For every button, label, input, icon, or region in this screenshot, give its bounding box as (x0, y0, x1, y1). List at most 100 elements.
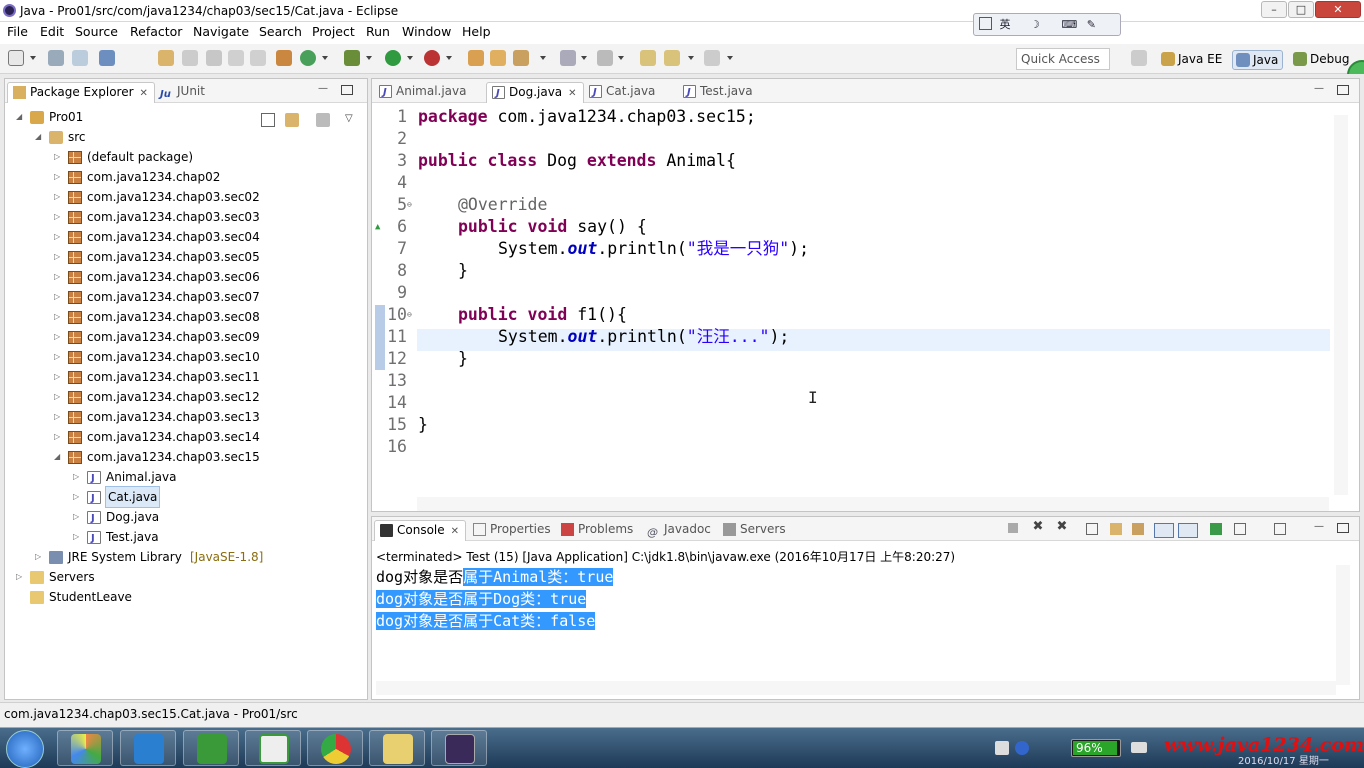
moon-icon[interactable]: ☽ (1030, 18, 1040, 31)
scroll-lock-icon[interactable] (1110, 523, 1122, 535)
tab-servers[interactable]: Servers (718, 520, 792, 541)
chevron-right-icon[interactable]: ▷ (54, 307, 60, 327)
refresh-icon[interactable] (300, 50, 316, 66)
minimize-editor-icon[interactable]: — (1313, 84, 1325, 95)
chevron-down-icon[interactable]: ◢ (35, 127, 41, 147)
menu-run[interactable]: Run (366, 24, 390, 39)
word-wrap-icon[interactable] (1132, 523, 1144, 535)
help-tray-icon[interactable] (1015, 741, 1029, 755)
maximize-editor-icon[interactable] (1337, 85, 1349, 95)
settings-icon[interactable]: ✎ (1087, 18, 1096, 31)
chevron-down-icon[interactable]: ◢ (54, 447, 60, 467)
view-menu-icon[interactable] (316, 113, 330, 127)
fold-icon[interactable]: ⊖ (407, 200, 412, 209)
console-hscrollbar[interactable] (376, 681, 1336, 695)
link-editor-icon[interactable] (285, 113, 299, 127)
last-edit-icon[interactable] (640, 50, 656, 66)
chevron-right-icon[interactable]: ▷ (54, 347, 60, 367)
menu-edit[interactable]: Edit (40, 24, 64, 39)
tab-javadoc[interactable]: @ Javadoc (642, 520, 717, 541)
block-icon[interactable] (206, 50, 222, 66)
tab-junit[interactable]: Ju JUnit (155, 82, 211, 103)
tab-test-java[interactable]: Test.java (678, 82, 759, 103)
chevron-down-icon[interactable]: ▽ (345, 113, 353, 124)
tab-cat-java[interactable]: Cat.java (584, 82, 661, 103)
prev-annotation-icon[interactable] (597, 50, 613, 66)
clear-console-icon[interactable] (1086, 523, 1098, 535)
tab-console[interactable]: Console ✕ (374, 520, 467, 541)
chevron-right-icon[interactable]: ▷ (54, 167, 60, 187)
perspective-java-ee[interactable]: Java EE (1158, 50, 1226, 70)
package-icon[interactable] (276, 50, 292, 66)
start-button[interactable] (6, 730, 44, 768)
maximize-button[interactable]: □ (1288, 1, 1314, 18)
menu-help[interactable]: Help (462, 24, 491, 39)
debug-icon[interactable] (344, 50, 360, 66)
power-icon[interactable] (1131, 742, 1147, 753)
tray-icon[interactable] (995, 741, 1009, 755)
fold-icon[interactable]: ⊖ (407, 310, 412, 319)
maximize-view-icon[interactable] (341, 85, 353, 95)
taskbar-help[interactable] (369, 730, 425, 766)
chevron-right-icon[interactable]: ▷ (54, 407, 60, 427)
toggle-icon[interactable] (158, 50, 174, 66)
format-icon[interactable] (228, 50, 244, 66)
menu-project[interactable]: Project (312, 24, 355, 39)
chevron-right-icon[interactable]: ▷ (54, 147, 60, 167)
collapse-all-icon[interactable] (261, 113, 275, 127)
ime-toolbar[interactable]: 英 ☽ ⌨ ✎ (973, 13, 1121, 36)
perspective-java[interactable]: Java (1232, 50, 1284, 70)
chevron-right-icon[interactable]: ▷ (54, 227, 60, 247)
open-console-icon[interactable] (1274, 523, 1286, 535)
chevron-right-icon[interactable]: ▷ (54, 427, 60, 447)
display-console-icon[interactable] (1234, 523, 1246, 535)
maximize-console-icon[interactable] (1337, 523, 1349, 533)
close-tab-icon[interactable]: ✕ (568, 88, 576, 99)
chevron-right-icon[interactable]: ▷ (35, 547, 41, 567)
new-java-project-icon[interactable] (468, 50, 484, 66)
mark-icon[interactable] (182, 50, 198, 66)
minimize-view-icon[interactable]: — (317, 84, 329, 95)
new-icon[interactable] (8, 50, 24, 66)
save-all-icon[interactable] (72, 50, 88, 66)
minimize-console-icon[interactable]: — (1313, 522, 1325, 533)
taskbar-eclipse[interactable] (431, 730, 487, 766)
chevron-right-icon[interactable]: ▷ (73, 507, 79, 527)
perspective-debug[interactable]: Debug (1290, 50, 1353, 70)
taskbar-camtasia-2[interactable] (245, 730, 301, 766)
chevron-right-icon[interactable]: ▷ (54, 247, 60, 267)
chevron-right-icon[interactable]: ▷ (54, 187, 60, 207)
remove-all-icon[interactable]: ✖ (1056, 520, 1068, 533)
run-icon[interactable] (385, 50, 401, 66)
battery-indicator[interactable]: 96% (1071, 739, 1121, 757)
outline-icon[interactable] (250, 50, 266, 66)
pin-console-icon[interactable] (1210, 523, 1222, 535)
chevron-right-icon[interactable]: ▷ (54, 267, 60, 287)
chevron-right-icon[interactable]: ▷ (54, 327, 60, 347)
chevron-right-icon[interactable]: ▷ (54, 387, 60, 407)
save-icon[interactable] (48, 50, 64, 66)
remove-launch-icon[interactable]: ✖ (1032, 520, 1044, 533)
menu-navigate[interactable]: Navigate (193, 24, 249, 39)
quick-access-input[interactable]: Quick Access (1016, 48, 1110, 70)
menu-search[interactable]: Search (259, 24, 302, 39)
chevron-right-icon[interactable]: ▷ (54, 287, 60, 307)
tab-problems[interactable]: Problems (556, 520, 639, 541)
chevron-right-icon[interactable]: ▷ (16, 567, 22, 587)
taskbar-wps[interactable] (120, 730, 176, 766)
menu-source[interactable]: Source (75, 24, 118, 39)
chevron-right-icon[interactable]: ▷ (73, 487, 79, 507)
menu-refactor[interactable]: Refactor (130, 24, 182, 39)
console-scrollbar[interactable] (1336, 565, 1350, 685)
taskbar-app-1[interactable] (57, 730, 113, 766)
close-tab-icon[interactable]: ✕ (451, 526, 459, 537)
chevron-right-icon[interactable]: ▷ (54, 207, 60, 227)
chevron-right-icon[interactable]: ▷ (73, 527, 79, 547)
search-icon[interactable] (513, 50, 529, 66)
show-stderr-icon[interactable] (1178, 523, 1198, 538)
menu-window[interactable]: Window (402, 24, 451, 39)
forward-icon[interactable] (704, 50, 720, 66)
keyboard-icon[interactable]: ⌨ (1061, 18, 1077, 31)
open-perspective-icon[interactable] (1131, 50, 1147, 66)
tab-animal-java[interactable]: Animal.java (374, 82, 472, 103)
